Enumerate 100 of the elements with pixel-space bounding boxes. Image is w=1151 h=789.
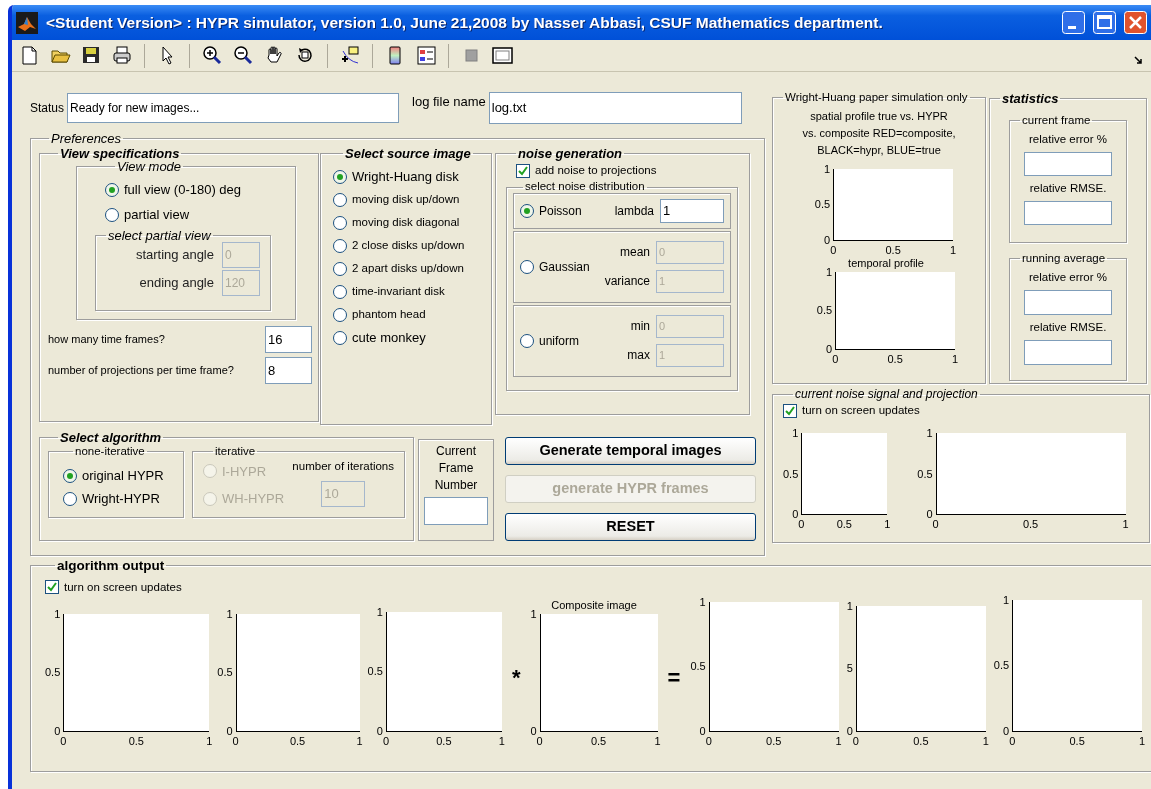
field-label: Status — [30, 100, 65, 117]
option-label[interactable]: 2 apart disks up/down — [352, 260, 464, 278]
tick-label: 0 — [830, 244, 837, 256]
radio-button[interactable] — [333, 193, 347, 207]
close-icon[interactable] — [1124, 11, 1147, 34]
radio-button[interactable] — [520, 333, 534, 348]
push-button[interactable]: RESET — [505, 513, 756, 541]
option-label[interactable]: full view (0-180) deg — [124, 179, 242, 200]
tick-label: 0.5 — [1022, 519, 1039, 531]
tick-label: 1 — [846, 600, 853, 612]
option-label[interactable]: moving disk up/down — [352, 191, 460, 209]
input-field[interactable] — [1024, 201, 1112, 225]
radio-button[interactable] — [105, 207, 119, 222]
radio-button[interactable] — [520, 203, 534, 218]
radio-button[interactable] — [333, 308, 347, 322]
print-icon[interactable] — [112, 45, 133, 66]
tick-label: 0 — [226, 725, 233, 737]
option-label[interactable]: phantom head — [352, 306, 426, 324]
caption-text: vs. composite RED=composite, — [802, 125, 956, 141]
push-button[interactable]: Generate temporal images — [505, 437, 756, 465]
checkbox[interactable] — [516, 163, 530, 178]
option-label[interactable]: original HYPR — [82, 465, 164, 486]
panel-title: select noise distribution — [524, 181, 646, 193]
tick-label: 0.5 — [367, 666, 383, 678]
field-label: min — [630, 318, 650, 336]
panel-title: Preferences — [50, 132, 123, 145]
option-label[interactable]: partial view — [124, 204, 190, 225]
input-field[interactable] — [424, 497, 488, 525]
option-label[interactable]: moving disk diagonal — [352, 214, 460, 232]
radio-button[interactable] — [105, 182, 119, 197]
radio-button[interactable] — [333, 285, 347, 299]
radio-button[interactable] — [333, 216, 347, 230]
radio-button[interactable] — [333, 170, 347, 184]
radio-button[interactable] — [63, 468, 77, 483]
tick-label: 0 — [376, 725, 383, 737]
radio-button[interactable] — [333, 239, 347, 253]
option-label[interactable]: time-invariant disk — [352, 283, 445, 301]
field-label: lambda — [614, 202, 654, 220]
input-field[interactable]: log.txt — [488, 92, 742, 124]
field-label: number of projections per time frame? — [48, 363, 234, 379]
new-file-icon[interactable] — [19, 45, 40, 66]
tick-label: 0 — [932, 519, 939, 531]
plot-title: Composite image — [551, 599, 637, 611]
zoom-out-icon[interactable] — [233, 45, 254, 66]
data-cursor-icon[interactable] — [340, 45, 361, 66]
input-field[interactable] — [1024, 340, 1112, 365]
radio-button[interactable] — [63, 492, 77, 506]
tick-label: 1 — [826, 266, 833, 278]
tick-label: 0.5 — [917, 468, 933, 480]
tick-label: 0.5 — [993, 660, 1010, 672]
option-label[interactable]: cute monkey — [352, 328, 426, 348]
tick-label: 1 — [952, 353, 959, 365]
save-icon[interactable] — [81, 45, 102, 66]
option-label[interactable]: Wright-Huang disk — [352, 167, 459, 187]
hand-icon[interactable] — [264, 45, 285, 66]
checkbox-label[interactable]: turn on screen updates — [64, 578, 182, 596]
input-field[interactable] — [1024, 289, 1112, 315]
input-field[interactable]: Ready for new images... — [67, 93, 400, 123]
option-label[interactable]: Poisson — [539, 201, 582, 220]
panel-title: current frame — [1021, 115, 1092, 127]
minimize-icon[interactable] — [1062, 11, 1085, 34]
operator-symbol: * — [511, 667, 521, 690]
tick-label: 0 — [1003, 725, 1010, 737]
input-field[interactable]: 1 — [660, 198, 724, 223]
checkbox[interactable] — [783, 403, 797, 418]
window-icon[interactable] — [492, 45, 513, 66]
radio-button[interactable] — [333, 262, 347, 276]
tick-label: 0.5 — [436, 735, 452, 747]
input-field[interactable] — [1024, 151, 1112, 176]
tick-label: 0.5 — [45, 667, 61, 679]
panel-title: View specifications — [59, 147, 181, 160]
field-label: max — [627, 347, 650, 365]
radio-button[interactable] — [520, 259, 534, 274]
option-label[interactable]: Gaussian — [539, 257, 590, 276]
field-label: log file name — [412, 93, 486, 111]
option-label[interactable]: uniform — [539, 331, 579, 350]
maximize-icon[interactable] — [1093, 11, 1116, 34]
radio-button[interactable] — [333, 331, 347, 345]
tick-label: 1 — [376, 606, 383, 618]
tick-label: 0.5 — [1069, 735, 1085, 747]
field-label: number of iterations — [292, 458, 394, 474]
option-label[interactable]: 2 close disks up/down — [352, 237, 465, 255]
legend-icon[interactable] — [416, 45, 437, 66]
option-label[interactable]: Wright-HYPR — [82, 489, 160, 509]
tick-label: 1 — [1122, 519, 1129, 531]
checkbox-label[interactable]: turn on screen updates — [802, 402, 920, 420]
field-label: relative error % — [1029, 131, 1107, 147]
tick-label: 0.5 — [690, 661, 706, 673]
checkbox-label[interactable]: add noise to projections — [535, 162, 657, 180]
panel-title: noise generation — [517, 147, 624, 160]
zoom-in-icon[interactable] — [202, 45, 223, 66]
input-field[interactable]: 8 — [265, 357, 312, 384]
arrow-icon[interactable] — [1133, 54, 1143, 65]
input-field[interactable]: 16 — [265, 326, 312, 353]
checkbox[interactable] — [45, 580, 59, 595]
tick-label: 0.5 — [836, 519, 852, 531]
panel-title: current noise signal and projection — [794, 388, 979, 400]
panel-title: iterative — [214, 446, 257, 458]
tick-label: 1 — [54, 608, 61, 620]
panel-title: select partial view — [107, 229, 212, 242]
